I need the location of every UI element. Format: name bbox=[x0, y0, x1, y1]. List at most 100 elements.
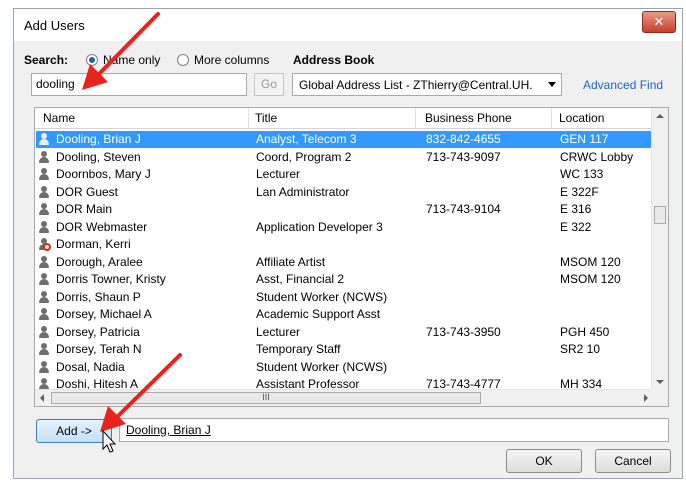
table-row[interactable]: DOR Webmaster Application Developer 3 E 32… bbox=[36, 219, 653, 236]
table-row[interactable]: Dooling, Brian J Analyst, Telecom 3 832-84… bbox=[36, 131, 653, 148]
table-row[interactable]: Dorough, Aralee Affiliate Artist MSOM 120 bbox=[36, 254, 653, 271]
cell-title: Coord, Program 2 bbox=[256, 149, 352, 164]
scroll-down-icon[interactable] bbox=[656, 380, 664, 384]
person-icon bbox=[38, 273, 50, 286]
person-icon bbox=[38, 343, 50, 356]
person-icon bbox=[38, 308, 50, 321]
person-icon bbox=[38, 203, 50, 216]
cell-location: E 322F bbox=[560, 184, 599, 199]
horizontal-scrollbar[interactable]: III bbox=[35, 389, 653, 406]
title-bar: Add Users ✕ bbox=[14, 9, 682, 41]
advanced-find-link[interactable]: Advanced Find bbox=[583, 78, 663, 92]
table-header: Name Title Business Phone Location bbox=[35, 108, 653, 129]
person-icon bbox=[38, 325, 50, 339]
cell-phone: 713-743-9104 bbox=[426, 202, 501, 216]
cell-name: Dooling, Brian J bbox=[56, 132, 141, 146]
cell-location: E 316 bbox=[560, 202, 592, 216]
column-header-title[interactable]: Title bbox=[255, 111, 277, 125]
person-icon bbox=[38, 360, 50, 374]
cell-location: MSOM 120 bbox=[560, 272, 621, 286]
cell-location: GEN 117 bbox=[560, 132, 609, 146]
person-icon bbox=[38, 220, 50, 234]
scroll-right-icon[interactable] bbox=[644, 394, 648, 402]
column-header-name[interactable]: Name bbox=[43, 111, 75, 125]
column-header-location[interactable]: Location bbox=[559, 111, 604, 125]
cell-title: Lecturer bbox=[256, 324, 301, 339]
cell-title: Affiliate Artist bbox=[256, 254, 326, 269]
person-disabled-icon bbox=[38, 238, 51, 251]
name-only-label[interactable]: Name only bbox=[103, 53, 160, 67]
cell-location: CRWC Lobby bbox=[560, 149, 634, 164]
cell-name: Dorris Towner, Kristy bbox=[56, 272, 166, 286]
cell-name: DOR Main bbox=[56, 202, 113, 216]
search-input[interactable]: dooling bbox=[31, 73, 247, 96]
address-book-dropdown[interactable]: Global Address List - ZThierry@Central.U… bbox=[292, 73, 562, 96]
add-button[interactable]: Add -> bbox=[36, 419, 112, 443]
person-icon bbox=[38, 255, 50, 269]
vertical-scroll-thumb[interactable] bbox=[654, 206, 666, 224]
selected-recipients-field[interactable]: Dooling, Brian J bbox=[119, 418, 669, 442]
ok-button[interactable]: OK bbox=[506, 449, 582, 473]
cell-location: SR2 10 bbox=[560, 342, 601, 356]
table-row[interactable]: Doornbos, Mary J Lecturer WC 133 bbox=[36, 166, 653, 183]
cell-name: DOR Guest bbox=[56, 184, 119, 199]
cell-name: Dooling, Steven bbox=[56, 149, 141, 164]
table-row[interactable]: Dosal, Nadia Student Worker (NCWS) bbox=[36, 359, 653, 376]
name-only-radio[interactable] bbox=[86, 54, 98, 66]
cell-title: Academic Support Asst bbox=[256, 307, 381, 321]
cell-name: Dosal, Nadia bbox=[56, 359, 125, 374]
table-row[interactable]: Dorris Towner, Kristy Asst, Financial 2 MS… bbox=[36, 271, 653, 288]
cell-name: Dorsey, Michael A bbox=[56, 307, 152, 321]
scroll-up-icon[interactable] bbox=[656, 114, 664, 118]
scroll-left-icon[interactable] bbox=[40, 394, 44, 402]
column-header-business-phone[interactable]: Business Phone bbox=[425, 111, 512, 125]
more-columns-radio[interactable] bbox=[177, 54, 189, 66]
table-row[interactable]: DOR Guest Lan Administrator E 322F bbox=[36, 184, 653, 201]
table-row[interactable]: Dorman, Kerri bbox=[36, 236, 653, 253]
cell-title: Lecturer bbox=[256, 167, 301, 181]
table-row[interactable]: Dorsey, Terah N Temporary Staff SR2 10 bbox=[36, 341, 653, 358]
address-book-value: Global Address List - ZThierry@Central.U… bbox=[299, 78, 533, 92]
horizontal-scroll-thumb[interactable]: III bbox=[51, 392, 481, 404]
cell-title: Temporary Staff bbox=[256, 342, 341, 356]
search-label: Search: bbox=[24, 53, 69, 67]
cell-title: Student Worker (NCWS) bbox=[256, 289, 388, 304]
blocked-badge-icon bbox=[43, 243, 51, 251]
cell-phone: 713-743-3950 bbox=[426, 324, 501, 339]
table-row[interactable]: Dorris, Shaun P Student Worker (NCWS) bbox=[36, 289, 653, 306]
cell-name: Dorsey, Terah N bbox=[56, 342, 142, 356]
table-row[interactable]: Dorsey, Patricia Lecturer 713-743-3950 PGH … bbox=[36, 324, 653, 341]
cell-title: Analyst, Telecom 3 bbox=[256, 132, 357, 146]
close-button[interactable]: ✕ bbox=[642, 11, 676, 33]
address-book-label: Address Book bbox=[293, 53, 375, 67]
cell-name: Dorman, Kerri bbox=[56, 237, 131, 251]
cell-location: MSOM 120 bbox=[560, 254, 621, 269]
selected-recipient: Dooling, Brian J bbox=[126, 423, 211, 437]
cell-title: Application Developer 3 bbox=[256, 219, 383, 234]
person-icon bbox=[38, 150, 50, 164]
table-row[interactable]: Dorsey, Michael A Academic Support Asst bbox=[36, 306, 653, 323]
cell-name: Dorsey, Patricia bbox=[56, 324, 140, 339]
cancel-button[interactable]: Cancel bbox=[595, 449, 671, 473]
table-row[interactable]: DOR Main 713-743-9104 E 316 bbox=[36, 201, 653, 218]
cell-name: Dorris, Shaun P bbox=[56, 289, 141, 304]
cell-title: Student Worker (NCWS) bbox=[256, 359, 388, 374]
chevron-down-icon bbox=[548, 82, 556, 87]
person-icon bbox=[38, 168, 50, 181]
users-table[interactable]: Name Title Business Phone Location Dooli… bbox=[34, 107, 669, 407]
person-icon bbox=[38, 133, 50, 146]
person-icon bbox=[38, 290, 50, 304]
cell-phone: 713-743-9097 bbox=[426, 149, 501, 164]
vertical-scrollbar[interactable] bbox=[651, 108, 668, 390]
cell-location: PGH 450 bbox=[560, 324, 610, 339]
cell-name: Dorough, Aralee bbox=[56, 254, 143, 269]
go-button[interactable]: Go bbox=[254, 73, 284, 96]
table-row[interactable]: Dooling, Steven Coord, Program 2 713-743-9… bbox=[36, 149, 653, 166]
add-users-dialog: Add Users ✕ Search: Name only More colum… bbox=[13, 8, 683, 479]
more-columns-label[interactable]: More columns bbox=[194, 53, 269, 67]
cell-name: DOR Webmaster bbox=[56, 219, 148, 234]
cell-title: Asst, Financial 2 bbox=[256, 272, 345, 286]
person-icon bbox=[38, 185, 50, 199]
cell-location: WC 133 bbox=[560, 167, 604, 181]
cell-phone: 832-842-4655 bbox=[426, 132, 501, 146]
